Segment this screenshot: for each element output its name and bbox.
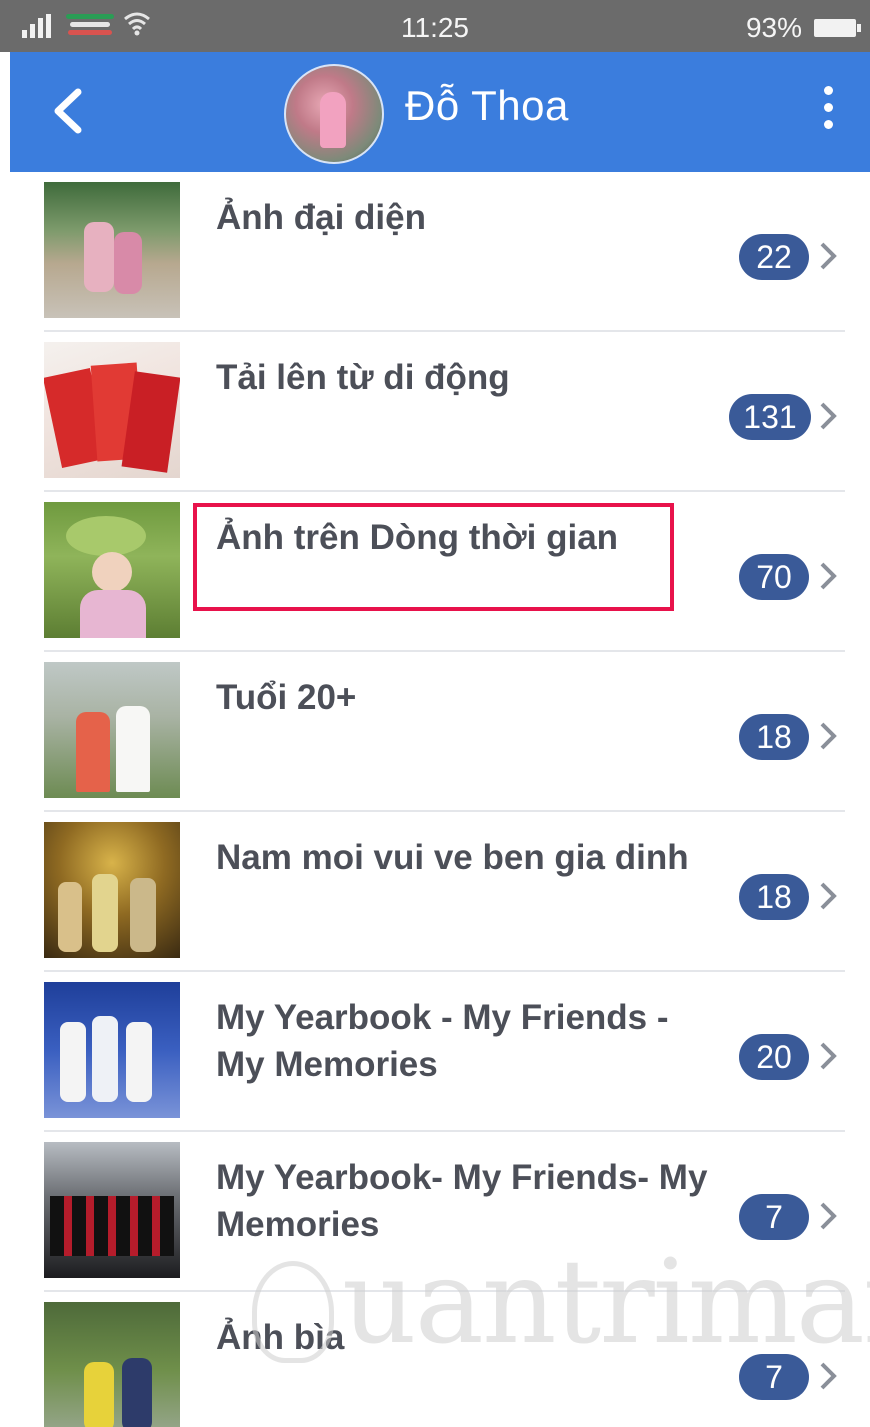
album-thumbnail: [44, 822, 180, 958]
album-title: Nam moi vui ve ben gia dinh: [216, 838, 689, 877]
chevron-right-icon: [820, 1362, 837, 1390]
battery-icon: [814, 19, 861, 37]
photo-count-badge: 7: [739, 1194, 809, 1240]
chevron-right-icon: [820, 562, 837, 590]
album-item[interactable]: Ảnh đại diện 22: [0, 172, 870, 332]
chevron-right-icon: [820, 722, 837, 750]
album-thumbnail: [44, 502, 180, 638]
battery-percentage: 93%: [745, 12, 802, 43]
album-title: Ảnh trên Dòng thời gian: [216, 518, 619, 557]
album-title: Tải lên từ di động: [216, 358, 510, 397]
screen: 11:25 93% Đỗ Thoa Ảnh đại diện 22 Tải lê…: [0, 0, 870, 1427]
chevron-right-icon: [820, 242, 837, 270]
album-title: Tuổi 20+: [216, 678, 357, 717]
album-title: My Yearbook - My Friends - My Memories: [216, 998, 669, 1084]
chevron-right-icon: [820, 1202, 837, 1230]
album-thumbnail: [44, 1142, 180, 1278]
album-item[interactable]: Ảnh bìa 7: [0, 1292, 870, 1427]
album-title: My Yearbook- My Friends- My Memories: [216, 1158, 708, 1244]
profile-name: Đỗ Thoa: [405, 82, 569, 129]
album-title: Ảnh bìa: [216, 1318, 345, 1357]
more-options-button[interactable]: [818, 86, 838, 140]
back-button[interactable]: [48, 86, 88, 136]
album-item[interactable]: My Yearbook - My Friends - My Memories 2…: [0, 972, 870, 1132]
chevron-right-icon: [820, 402, 837, 430]
chevron-right-icon: [820, 1042, 837, 1070]
album-thumbnail: [44, 182, 180, 318]
album-item[interactable]: Tuổi 20+ 18: [0, 652, 870, 812]
album-item[interactable]: Tải lên từ di động 131: [0, 332, 870, 492]
album-item[interactable]: Ảnh trên Dòng thời gian 70: [0, 492, 870, 652]
album-thumbnail: [44, 982, 180, 1118]
more-vertical-icon: [823, 86, 833, 95]
album-thumbnail: [44, 342, 180, 478]
album-thumbnail: [44, 1302, 180, 1427]
photo-count-badge: 18: [739, 714, 809, 760]
album-thumbnail: [44, 662, 180, 798]
photo-count-badge: 70: [739, 554, 809, 600]
photo-count-badge: 131: [729, 394, 811, 440]
album-title: Ảnh đại diện: [216, 198, 426, 237]
photo-count-badge: 18: [739, 874, 809, 920]
photo-count-badge: 7: [739, 1354, 809, 1400]
status-time: 11:25: [401, 12, 469, 43]
profile-header: Đỗ Thoa: [10, 52, 870, 172]
album-item[interactable]: My Yearbook- My Friends- My Memories 7: [0, 1132, 870, 1292]
photo-count-badge: 20: [739, 1034, 809, 1080]
avatar[interactable]: [284, 64, 384, 164]
chevron-right-icon: [820, 882, 837, 910]
photo-count-badge: 22: [739, 234, 809, 280]
chevron-left-icon: [54, 88, 82, 134]
album-item[interactable]: Nam moi vui ve ben gia dinh 18: [0, 812, 870, 972]
status-bar: 11:25 93%: [0, 0, 870, 52]
